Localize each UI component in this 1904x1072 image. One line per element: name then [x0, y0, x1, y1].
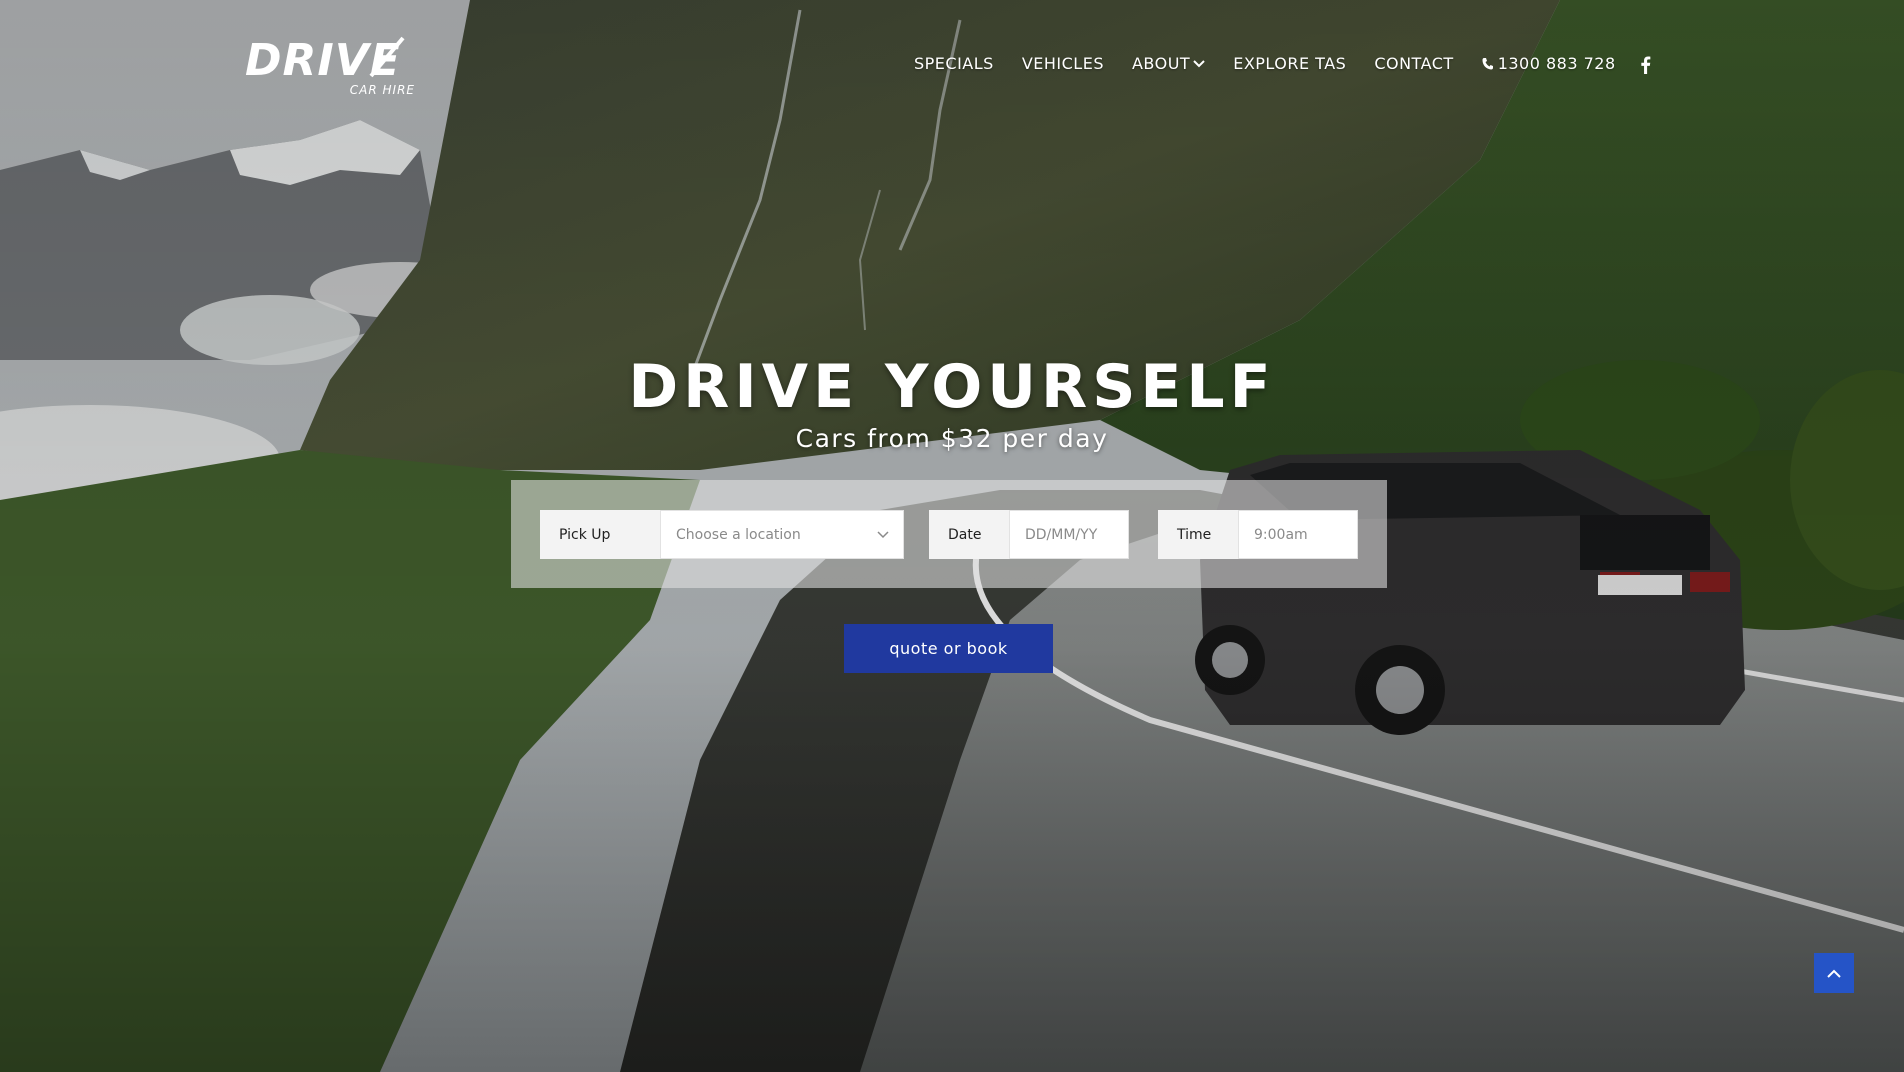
hero-subtitle: Cars from $32 per day: [795, 424, 1109, 453]
date-group: Date DD/MM/YY: [929, 510, 1129, 559]
nav-phone-link[interactable]: 1300 883 728: [1482, 54, 1616, 73]
nav-item-explore-tas[interactable]: EXPLORE TAS: [1233, 54, 1346, 73]
nav-phone-number: 1300 883 728: [1497, 54, 1616, 73]
time-group: Time 9:00am: [1158, 510, 1358, 559]
quote-or-book-button[interactable]: quote or book: [844, 624, 1053, 673]
phone-icon: [1482, 58, 1493, 70]
pickup-group: Pick Up Choose a location: [540, 510, 904, 559]
facebook-icon[interactable]: [1639, 56, 1653, 76]
pickup-location-select[interactable]: Choose a location: [660, 510, 904, 559]
chevron-down-icon: [877, 530, 889, 538]
time-input[interactable]: 9:00am: [1238, 510, 1358, 559]
nav-item-about[interactable]: ABOUT: [1132, 54, 1205, 73]
date-input[interactable]: DD/MM/YY: [1009, 510, 1129, 559]
nav-item-contact[interactable]: CONTACT: [1374, 54, 1453, 73]
date-placeholder: DD/MM/YY: [1025, 526, 1098, 543]
logo-swoosh-icon: [369, 36, 405, 78]
nav-item-specials[interactable]: SPECIALS: [914, 54, 994, 73]
scroll-to-top-button[interactable]: [1814, 953, 1854, 993]
time-label: Time: [1177, 526, 1212, 543]
pickup-location-placeholder: Choose a location: [676, 526, 801, 543]
booking-form: Pick Up Choose a location Date DD/MM/YY …: [511, 480, 1387, 588]
hero-title: DRIVE YOURSELF: [628, 352, 1276, 422]
logo[interactable]: DRIVE CAR HIRE: [245, 36, 417, 98]
main-nav: SPECIALS VEHICLES ABOUT EXPLORE TAS CONT…: [914, 54, 1644, 73]
date-label: Date: [948, 526, 982, 543]
nav-item-about-label: ABOUT: [1131, 54, 1191, 73]
chevron-up-icon: [1827, 969, 1841, 978]
chevron-down-icon: [1193, 59, 1205, 67]
logo-subtext: CAR HIRE: [349, 83, 415, 97]
nav-item-vehicles[interactable]: VEHICLES: [1022, 54, 1104, 73]
pickup-label: Pick Up: [559, 526, 611, 543]
time-value: 9:00am: [1254, 526, 1308, 543]
